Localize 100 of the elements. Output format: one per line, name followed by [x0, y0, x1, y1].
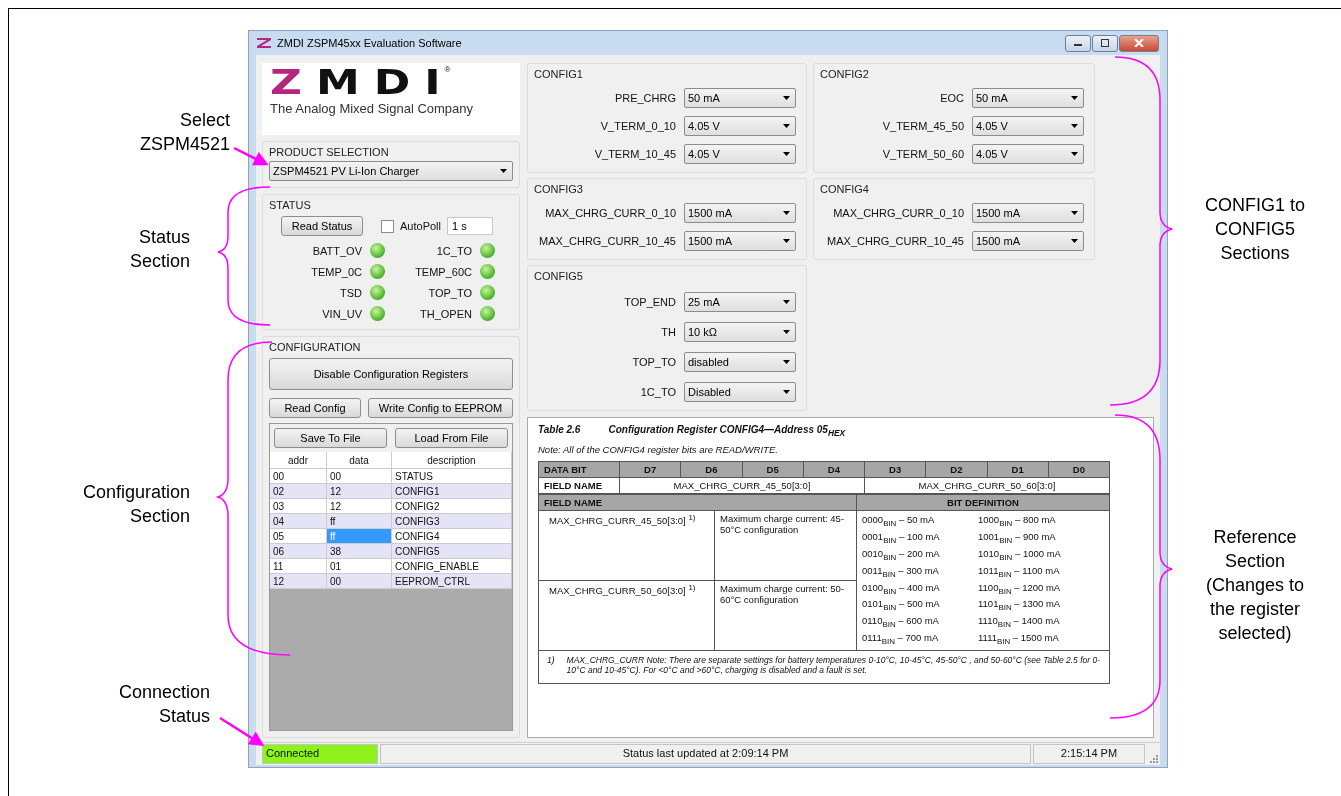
- product-dropdown[interactable]: ZSPM4521 PV Li-Ion Charger: [269, 161, 513, 181]
- group-title: STATUS: [269, 199, 312, 211]
- value-dropdown[interactable]: 10 kΩ: [684, 322, 796, 342]
- indicator-label: TOP_TO: [428, 286, 472, 299]
- field-label: EOC: [940, 92, 964, 104]
- callout-label: Select ZSPM4521: [138, 109, 230, 156]
- caret-icon: [783, 360, 790, 364]
- value-dropdown[interactable]: 4.05 V: [972, 116, 1084, 136]
- connection-status: Connected: [262, 744, 378, 764]
- value-dropdown[interactable]: disabled: [684, 352, 796, 372]
- indicator-label: TH_OPEN: [420, 307, 472, 320]
- callout-arrow: [219, 716, 265, 746]
- caret-icon: [1071, 239, 1078, 243]
- caret-icon: [783, 152, 790, 156]
- minimize-button[interactable]: [1065, 34, 1091, 52]
- caret-icon: [783, 239, 790, 243]
- value-dropdown[interactable]: 4.05 V: [684, 144, 796, 164]
- value-dropdown[interactable]: Disabled: [684, 382, 796, 402]
- table-cell[interactable]: 12: [270, 574, 327, 589]
- table-cell: MAX_CHRG_CURR_50_60[3:0]: [864, 477, 1110, 494]
- field-label: MAX_CHRG_CURR_10_45: [539, 235, 676, 247]
- caret-icon: [783, 390, 790, 394]
- status-time: 2:15:14 PM: [1033, 744, 1145, 764]
- group-title: PRODUCT SELECTION: [269, 146, 390, 158]
- write-eeprom-button[interactable]: Write Config to EEPROM: [368, 398, 513, 418]
- callout-label: CONFIG1 to CONFIG5 Sections: [1204, 194, 1306, 265]
- window-title: ZMDI ZSPM45xx Evaluation Software: [277, 37, 462, 49]
- close-button[interactable]: [1119, 34, 1159, 52]
- table-cell: MAX_CHRG_CURR_45_50[3:0] $^{1)}$: [538, 510, 715, 581]
- indicator-label: TEMP_60C: [415, 265, 472, 278]
- callout-label: Reference Section (Changes to the register selected): [1204, 526, 1306, 645]
- value-dropdown[interactable]: 1500 mA: [684, 203, 796, 223]
- indicator-label: VIN_UV: [322, 307, 362, 320]
- close-icon: [1134, 39, 1144, 47]
- table-cell: 0000$_{BIN}$ – 50 mA 1000$_{BIN}$ – 800 mA 0001$_{BIN}$ – 100 mA 1001$_{BIN}$ – 900 mA 0010$_{BIN}$ – 200 mA 1010$_{BIN}$ – 1000 mA 0011$_{BIN}$ – 300 mA 1011$_{BIN}$ – 1100 mA 0100$_{BIN}$ – 400 mA 1100$_{BIN}$ – 1200 mA 0101$_{BIN}$ – 500 mA 1101$_{BIN}$ – 1300 mA 0110$_{BIN}$ – 600 mA 1110$_{BIN}$ – 1400 mA 0111$_{BIN}$ – 700 mA 1111$_{BIN}$ – 1500 mA: [856, 510, 1110, 651]
- read-config-button[interactable]: Read Config: [269, 398, 361, 418]
- field-label: TOP_END: [624, 296, 676, 308]
- caret-icon: [783, 96, 790, 100]
- indicator-label: TEMP_0C: [311, 265, 362, 278]
- indicator-label: TSD: [340, 286, 362, 299]
- table-header: D5: [742, 461, 804, 478]
- callout-label: Connection Status: [117, 681, 210, 728]
- table-label: Table 2.6: [538, 424, 581, 437]
- field-label: V_TERM_50_60: [882, 148, 964, 160]
- callout-arrow: [233, 146, 269, 166]
- poll-interval-field[interactable]: 1 s: [447, 217, 493, 235]
- table-note: Note: All of the CONFIG4 register bits are READ/WRITE.: [538, 444, 779, 455]
- table-header: D3: [864, 461, 926, 478]
- value-dropdown[interactable]: 4.05 V: [972, 144, 1084, 164]
- caret-icon: [783, 300, 790, 304]
- table-header: D7: [619, 461, 681, 478]
- field-label: MAX_CHRG_CURR_10_45: [827, 235, 964, 247]
- value-dropdown[interactable]: 1500 mA: [972, 231, 1084, 251]
- table-cell: MAX_CHRG_CURR_50_60[3:0] $^{1)}$: [538, 580, 715, 651]
- value-dropdown[interactable]: 4.05 V: [684, 116, 796, 136]
- read-status-button[interactable]: Read Status: [281, 216, 363, 236]
- field-label: 1C_TO: [640, 386, 676, 398]
- caret-icon: [783, 330, 790, 334]
- value-dropdown[interactable]: 25 mA: [684, 292, 796, 312]
- autopoll-checkbox[interactable]: [381, 219, 394, 233]
- value-dropdown[interactable]: 50 mA: [684, 88, 796, 108]
- caret-icon: [500, 169, 507, 173]
- value-dropdown[interactable]: 1500 mA: [972, 203, 1084, 223]
- maximize-icon: [1100, 39, 1110, 47]
- table-header: DATA BIT: [538, 461, 620, 478]
- table-header: FIELD NAME: [538, 494, 857, 511]
- group-title: CONFIG1: [534, 68, 584, 80]
- load-file-button[interactable]: Load From File: [395, 428, 508, 448]
- autopoll-label: AutoPoll: [400, 220, 441, 232]
- table-header: D0: [1048, 461, 1110, 478]
- value-dropdown[interactable]: 1500 mA: [684, 231, 796, 251]
- indicator-label: 1C_TO: [436, 244, 472, 257]
- caret-icon: [1071, 124, 1078, 128]
- caret-icon: [1071, 211, 1078, 215]
- disable-registers-button[interactable]: Disable Configuration Registers: [269, 358, 513, 390]
- group-title: CONFIG3: [534, 183, 584, 195]
- caret-icon: [1071, 96, 1078, 100]
- table-cell[interactable]: 00: [327, 574, 392, 589]
- table-cell[interactable]: EEPROM_CTRL: [392, 574, 512, 589]
- table-header: D1: [987, 461, 1049, 478]
- group-title: CONFIGURATION: [269, 341, 362, 353]
- caret-icon: [783, 124, 790, 128]
- table-caption: Configuration Register CONFIG4—Address 05$_{HEX}$: [608, 424, 846, 438]
- value-dropdown[interactable]: 50 mA: [972, 88, 1084, 108]
- field-label: V_TERM_10_45: [594, 148, 676, 160]
- table-header: D6: [680, 461, 742, 478]
- field-label: TH: [661, 326, 676, 338]
- table-header: BIT DEFINITION: [856, 494, 1110, 511]
- caret-icon: [1071, 152, 1078, 156]
- caret-icon: [783, 211, 790, 215]
- table-cell: MAX_CHRG_CURR_45_50[3:0]: [619, 477, 865, 494]
- field-label: TOP_TO: [632, 356, 676, 368]
- app-icon: [257, 38, 271, 48]
- save-file-button[interactable]: Save To File: [274, 428, 387, 448]
- field-label: PRE_CHRG: [614, 92, 676, 104]
- group-title: CONFIG4: [820, 183, 870, 195]
- callout-label: Configuration Section: [81, 481, 190, 528]
- group-title: CONFIG2: [820, 68, 870, 80]
- field-label: V_TERM_45_50: [882, 120, 964, 132]
- maximize-button[interactable]: [1092, 34, 1118, 52]
